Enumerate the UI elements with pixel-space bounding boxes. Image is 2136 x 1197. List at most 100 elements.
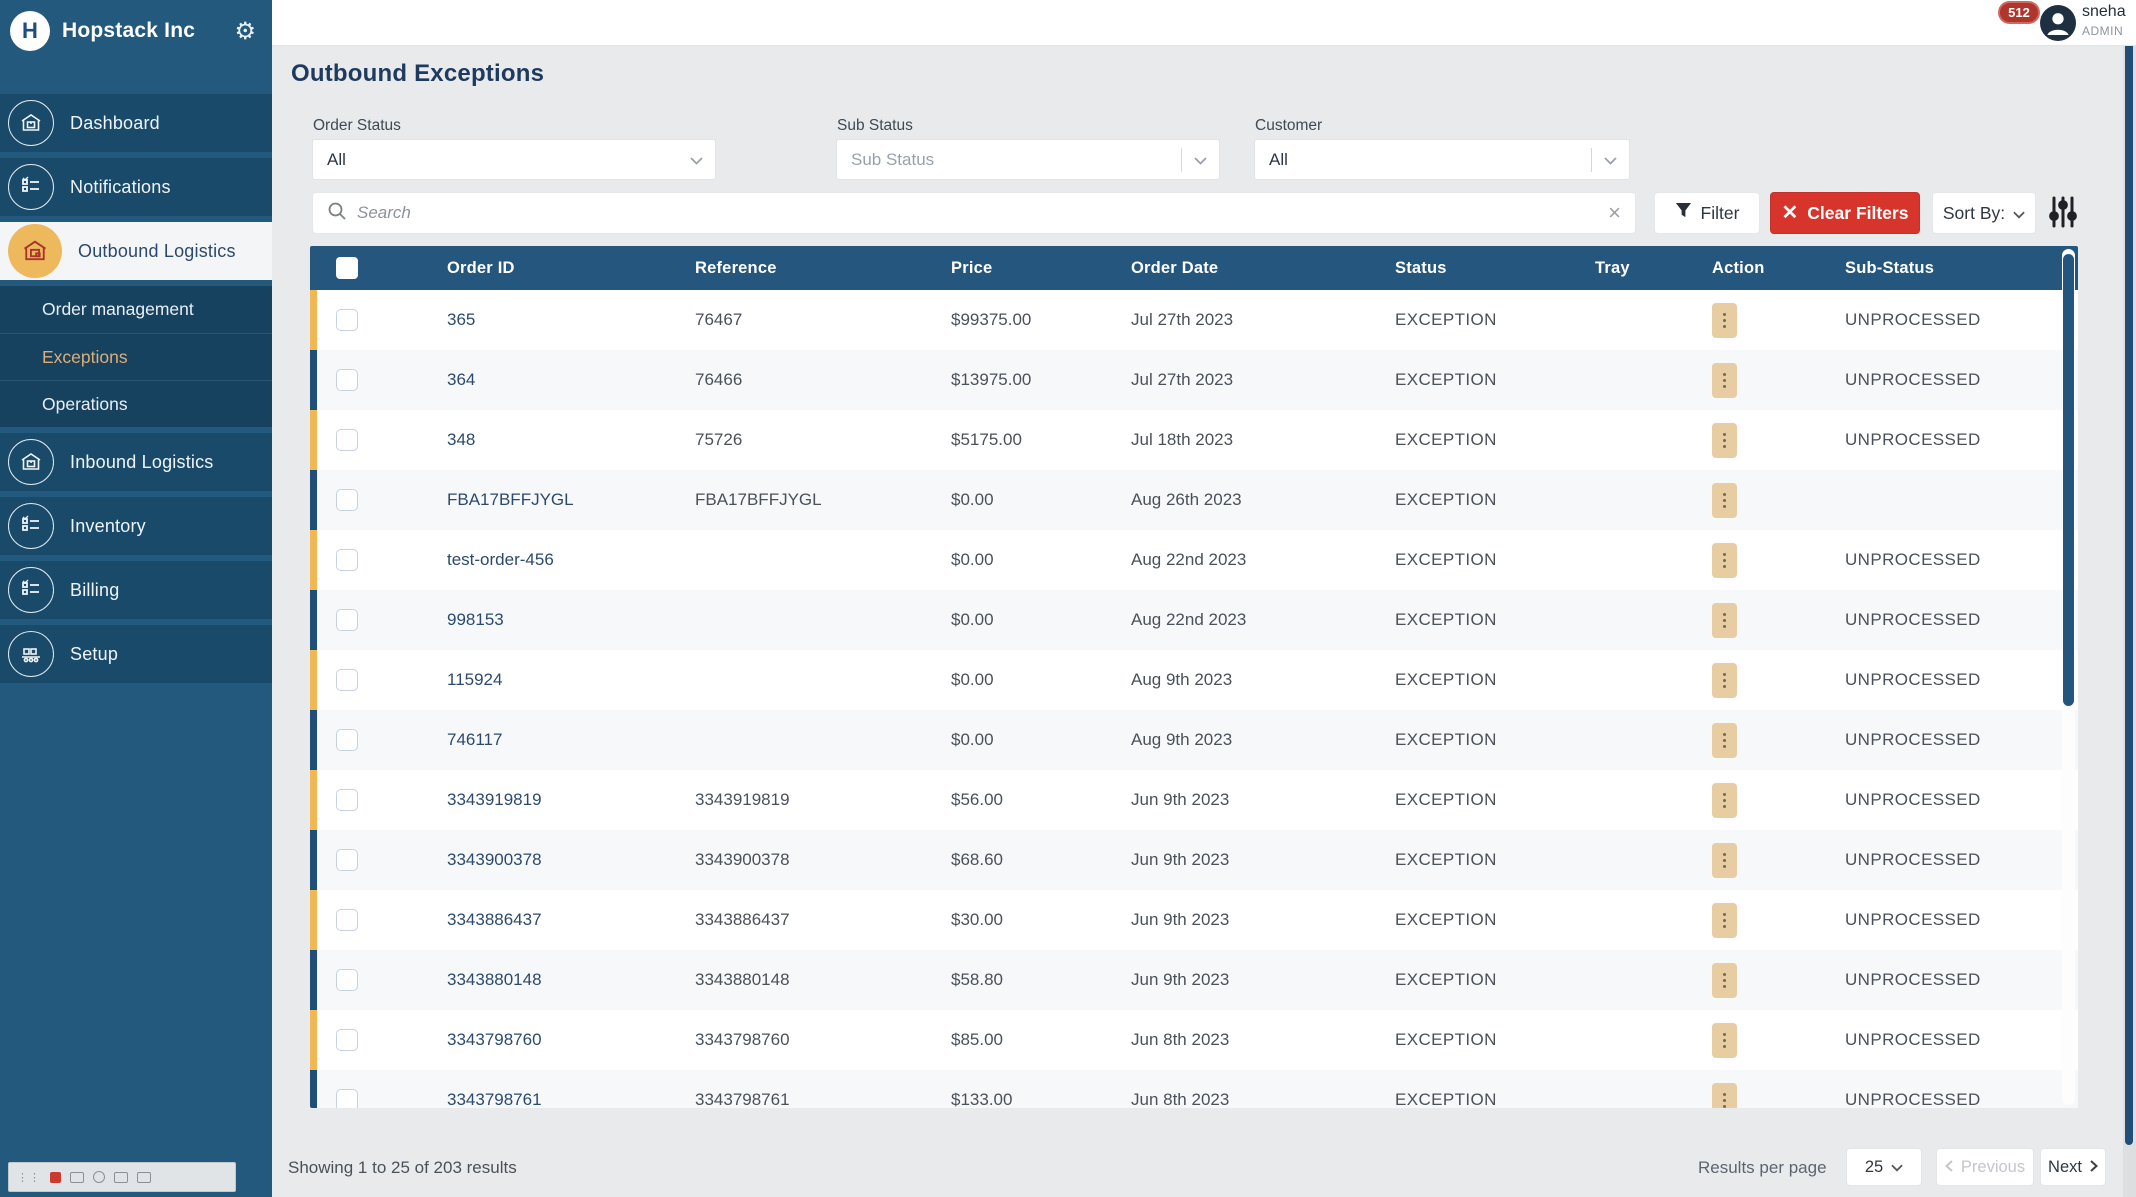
clear-filters-button[interactable]: ✕ Clear Filters	[1770, 192, 1920, 234]
row-actions-menu-icon[interactable]	[1712, 723, 1737, 758]
cell-status: EXCEPTION	[1395, 550, 1595, 570]
sub-status-select[interactable]: Sub Status	[836, 139, 1220, 180]
sidebar-item-inbound-logistics[interactable]: Inbound Logistics	[0, 433, 272, 491]
stop-share-icon[interactable]	[50, 1172, 61, 1183]
row-checkbox[interactable]	[336, 669, 358, 691]
cell-order-id[interactable]: 3343886437	[447, 910, 695, 930]
row-checkbox[interactable]	[336, 849, 358, 871]
search-input[interactable]	[357, 203, 1608, 223]
row-actions-menu-icon[interactable]	[1712, 603, 1737, 638]
row-checkbox[interactable]	[336, 609, 358, 631]
sidebar-subitem-order-management[interactable]: Order management	[0, 286, 272, 333]
cell-order-id[interactable]: 998153	[447, 610, 695, 630]
table-row[interactable]: 364 76466 $13975.00 Jul 27th 2023 EXCEPT…	[310, 350, 2078, 410]
row-actions-menu-icon[interactable]	[1712, 1083, 1737, 1109]
row-checkbox[interactable]	[336, 909, 358, 931]
cell-order-id[interactable]: 115924	[447, 670, 695, 690]
table-row[interactable]: 115924 $0.00 Aug 9th 2023 EXCEPTION UNPR…	[310, 650, 2078, 710]
table-row[interactable]: 998153 $0.00 Aug 22nd 2023 EXCEPTION UNP…	[310, 590, 2078, 650]
cell-reference: 76466	[695, 370, 951, 390]
row-actions-menu-icon[interactable]	[1712, 423, 1737, 458]
row-actions-menu-icon[interactable]	[1712, 843, 1737, 878]
cell-order-date: Jun 9th 2023	[1131, 970, 1395, 990]
row-checkbox[interactable]	[336, 1089, 358, 1108]
cell-order-id[interactable]: test-order-456	[447, 550, 695, 570]
record-icon[interactable]	[93, 1171, 105, 1183]
cell-order-id[interactable]: FBA17BFFJYGL	[447, 490, 695, 510]
sidebar-item-notifications[interactable]: Notifications	[0, 158, 272, 216]
cell-order-date: Jun 9th 2023	[1131, 790, 1395, 810]
table-row[interactable]: FBA17BFFJYGL FBA17BFFJYGL $0.00 Aug 26th…	[310, 470, 2078, 530]
select-all-checkbox[interactable]	[336, 257, 358, 279]
row-checkbox[interactable]	[336, 429, 358, 451]
row-checkbox[interactable]	[336, 549, 358, 571]
sidebar-item-setup[interactable]: Setup	[0, 625, 272, 683]
row-actions-menu-icon[interactable]	[1712, 783, 1737, 818]
row-actions-menu-icon[interactable]	[1712, 303, 1737, 338]
screen-share-toolbar[interactable]: ⋮⋮	[8, 1162, 236, 1192]
drag-handle-icon[interactable]: ⋮⋮	[17, 1171, 41, 1184]
sidebar-item-label: Dashboard	[70, 113, 160, 134]
table-row[interactable]: 348 75726 $5175.00 Jul 18th 2023 EXCEPTI…	[310, 410, 2078, 470]
filter-button[interactable]: Filter	[1654, 192, 1760, 234]
table-row[interactable]: 3343919819 3343919819 $56.00 Jun 9th 202…	[310, 770, 2078, 830]
row-actions-menu-icon[interactable]	[1712, 663, 1737, 698]
table-row[interactable]: 3343798761 3343798761 $133.00 Jun 8th 20…	[310, 1070, 2078, 1108]
cell-order-id[interactable]: 365	[447, 310, 695, 330]
cell-order-id[interactable]: 348	[447, 430, 695, 450]
row-actions-menu-icon[interactable]	[1712, 363, 1737, 398]
page-scrollbar-thumb[interactable]	[2125, 0, 2133, 1145]
customer-select[interactable]: All	[1254, 139, 1630, 180]
monitor-icon[interactable]	[137, 1172, 151, 1183]
row-actions-menu-icon[interactable]	[1712, 543, 1737, 578]
table-row[interactable]: 746117 $0.00 Aug 9th 2023 EXCEPTION UNPR…	[310, 710, 2078, 770]
sidebar-subitem-operations[interactable]: Operations	[0, 380, 272, 427]
column-header-status: Status	[1395, 259, 1595, 278]
sort-by-button[interactable]: Sort By:	[1932, 192, 2036, 234]
row-checkbox[interactable]	[336, 789, 358, 811]
sidebar-subitem-exceptions[interactable]: Exceptions	[0, 333, 272, 380]
gear-icon[interactable]: ⚙	[234, 17, 256, 46]
row-actions-menu-icon[interactable]	[1712, 483, 1737, 518]
sidebar-item-dashboard[interactable]: Dashboard	[0, 94, 272, 152]
table-row[interactable]: test-order-456 $0.00 Aug 22nd 2023 EXCEP…	[310, 530, 2078, 590]
chevron-down-icon	[1891, 1158, 1903, 1177]
adjustments-icon[interactable]	[2048, 194, 2078, 235]
row-actions-menu-icon[interactable]	[1712, 1023, 1737, 1058]
cell-order-date: Aug 9th 2023	[1131, 730, 1395, 750]
cell-order-id[interactable]: 364	[447, 370, 695, 390]
sidebar-header: H Hopstack Inc ⚙	[0, 0, 272, 62]
avatar[interactable]	[2040, 5, 2076, 41]
camera-icon[interactable]	[70, 1172, 84, 1183]
order-status-select[interactable]: All	[312, 139, 716, 180]
cell-order-id[interactable]: 3343798761	[447, 1090, 695, 1108]
previous-page-button[interactable]: Previous	[1936, 1148, 2034, 1186]
cell-order-id[interactable]: 746117	[447, 730, 695, 750]
cell-order-id[interactable]: 3343880148	[447, 970, 695, 990]
row-checkbox[interactable]	[336, 309, 358, 331]
row-checkbox[interactable]	[336, 729, 358, 751]
cell-order-id[interactable]: 3343798760	[447, 1030, 695, 1050]
table-scrollbar-thumb[interactable]	[2063, 254, 2074, 706]
table-row[interactable]: 3343880148 3343880148 $58.80 Jun 9th 202…	[310, 950, 2078, 1010]
row-actions-menu-icon[interactable]	[1712, 963, 1737, 998]
cell-order-id[interactable]: 3343919819	[447, 790, 695, 810]
sidebar-item-billing[interactable]: Billing	[0, 561, 272, 619]
table-row[interactable]: 3343798760 3343798760 $85.00 Jun 8th 202…	[310, 1010, 2078, 1070]
table-row[interactable]: 365 76467 $99375.00 Jul 27th 2023 EXCEPT…	[310, 290, 2078, 350]
cell-order-id[interactable]: 3343900378	[447, 850, 695, 870]
window-icon[interactable]	[114, 1172, 128, 1183]
sidebar-item-outbound-logistics[interactable]: Outbound Logistics	[0, 222, 272, 280]
results-per-page-select[interactable]: 25	[1846, 1148, 1922, 1186]
row-checkbox[interactable]	[336, 1029, 358, 1051]
row-actions-menu-icon[interactable]	[1712, 903, 1737, 938]
cell-order-date: Jul 27th 2023	[1131, 310, 1395, 330]
table-row[interactable]: 3343886437 3343886437 $30.00 Jun 9th 202…	[310, 890, 2078, 950]
row-checkbox[interactable]	[336, 489, 358, 511]
sidebar-item-inventory[interactable]: Inventory	[0, 497, 272, 555]
row-checkbox[interactable]	[336, 969, 358, 991]
table-row[interactable]: 3343900378 3343900378 $68.60 Jun 9th 202…	[310, 830, 2078, 890]
next-page-button[interactable]: Next	[2040, 1148, 2106, 1186]
row-checkbox[interactable]	[336, 369, 358, 391]
clear-search-icon[interactable]: ×	[1608, 202, 1621, 224]
